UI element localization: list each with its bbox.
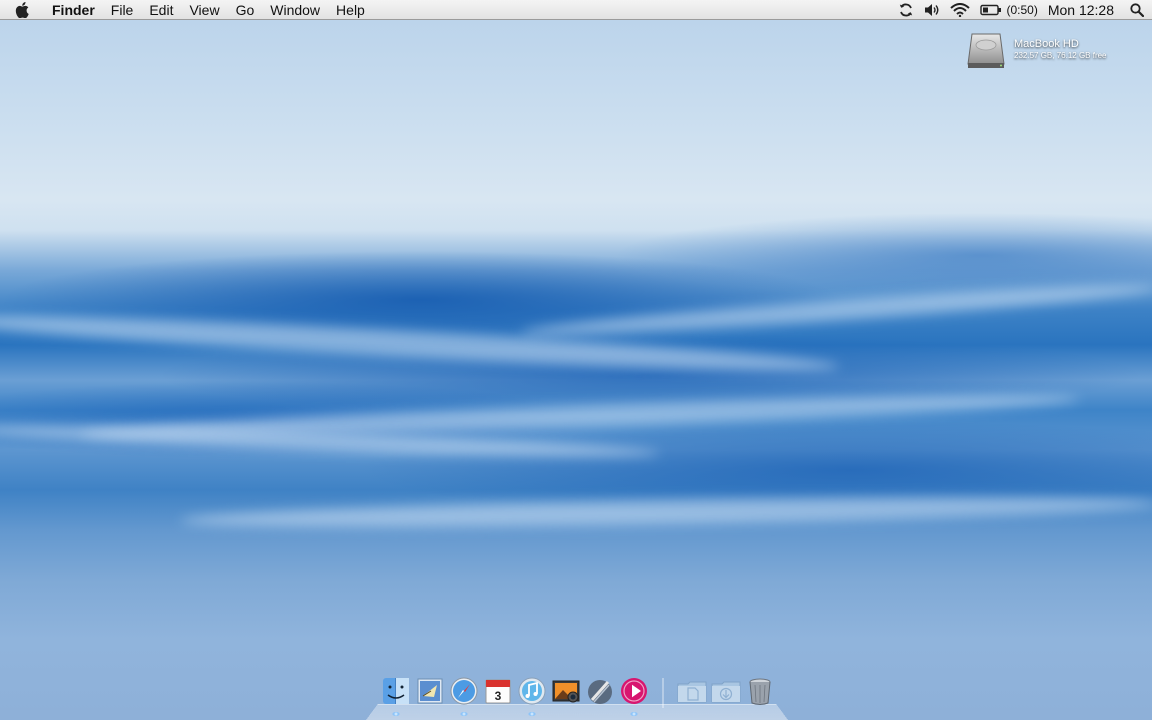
hard-drive-label: MacBook HD 232.57 GB, 76.12 GB free [1014, 38, 1107, 62]
desktop: Finder File Edit View Go Window Help (0:… [0, 0, 1152, 720]
running-indicator [528, 712, 536, 716]
dock-trash[interactable] [744, 674, 776, 708]
wallpaper-streak [179, 491, 1152, 533]
apple-menu[interactable] [0, 0, 44, 20]
running-indicator [630, 712, 638, 716]
menu-help[interactable]: Help [328, 0, 373, 20]
battery-time: (0:50) [1006, 2, 1038, 17]
menu-left: Finder File Edit View Go Window Help [0, 0, 373, 20]
media-player-icon [621, 678, 647, 704]
clock[interactable]: Mon 12:28 [1048, 0, 1114, 20]
menu-edit[interactable]: Edit [141, 0, 181, 20]
dock-ical[interactable]: 3 [482, 674, 514, 708]
battery-status[interactable]: (0:50) [980, 0, 1038, 20]
menu-file[interactable]: File [103, 0, 142, 20]
safari-icon [450, 677, 478, 705]
battery-icon [980, 4, 1002, 15]
spotlight-icon[interactable] [1130, 0, 1144, 20]
dock-downloads-folder[interactable] [710, 674, 742, 708]
menu-window[interactable]: Window [262, 0, 328, 20]
finder-icon [383, 678, 409, 704]
trash-icon [749, 678, 771, 705]
hard-drive-icon [967, 33, 1005, 68]
downloads-folder-icon [711, 681, 741, 703]
dock-items: 3 [380, 674, 776, 716]
volume-icon[interactable] [924, 0, 940, 20]
dock-mail[interactable] [414, 674, 446, 708]
status-area: (0:50) Mon 12:28 [898, 0, 1152, 20]
dock-safari[interactable] [448, 674, 480, 716]
dock-script-editor[interactable] [584, 674, 616, 708]
dock-finder[interactable] [380, 674, 412, 716]
dock-separator [662, 678, 664, 708]
hard-drive-item[interactable]: MacBook HD 232.57 GB, 76.12 GB free [966, 30, 1107, 70]
script-editor-icon [588, 680, 612, 704]
menu-view[interactable]: View [181, 0, 227, 20]
ical-date: 3 [495, 689, 502, 703]
menu-finder[interactable]: Finder [44, 0, 103, 20]
menu-bar: Finder File Edit View Go Window Help (0:… [0, 0, 1152, 20]
dock-documents-folder[interactable] [676, 674, 708, 708]
itunes-icon [518, 677, 546, 705]
iphoto-icon [552, 680, 580, 703]
mail-icon [417, 678, 443, 704]
sync-icon[interactable] [898, 0, 914, 20]
menu-go[interactable]: Go [228, 0, 263, 20]
hard-drive-name: MacBook HD [1014, 38, 1079, 50]
dock-media-player[interactable] [618, 674, 650, 716]
dock-itunes[interactable] [516, 674, 548, 716]
documents-folder-icon [677, 681, 707, 703]
apple-icon [15, 1, 29, 18]
wifi-icon[interactable] [950, 0, 971, 20]
ical-icon: 3 [485, 679, 511, 704]
wallpaper-streak [520, 277, 1152, 343]
hard-drive-info: 232.57 GB, 76.12 GB free [1014, 51, 1107, 60]
dock: 3 [366, 668, 788, 720]
dock-iphoto[interactable] [550, 674, 582, 708]
running-indicator [392, 712, 400, 716]
running-indicator [460, 712, 468, 716]
